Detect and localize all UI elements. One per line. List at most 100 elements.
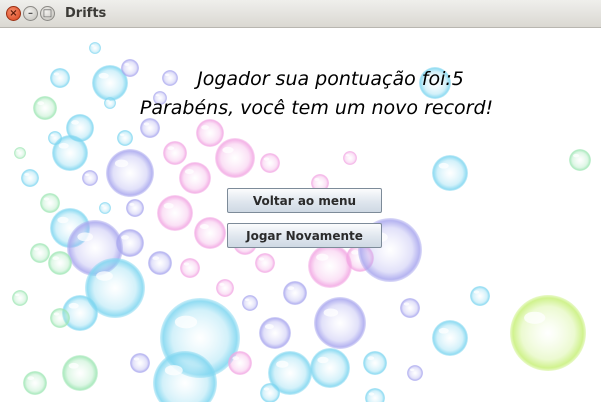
bubble xyxy=(23,371,47,395)
bubble-highlight xyxy=(244,298,250,302)
bubble-highlight xyxy=(119,133,125,137)
bubble xyxy=(179,162,211,194)
bubble xyxy=(228,351,252,375)
bubble xyxy=(30,243,50,263)
bubble-highlight xyxy=(232,356,240,361)
bubble-highlight xyxy=(24,172,30,176)
bubble xyxy=(510,295,586,371)
bubble-highlight xyxy=(524,311,546,324)
bubble-highlight xyxy=(77,232,94,242)
minimize-icon[interactable]: – xyxy=(23,6,38,21)
bubble xyxy=(82,170,98,186)
bubble xyxy=(407,365,423,381)
bubble-highlight xyxy=(167,146,175,151)
bubble xyxy=(432,320,468,356)
bubble xyxy=(48,251,72,275)
bubble xyxy=(116,229,144,257)
bubble xyxy=(310,348,350,388)
back-to-menu-button[interactable]: Voltar ao menu xyxy=(227,188,382,213)
bubble-highlight xyxy=(129,202,135,206)
bubble xyxy=(163,141,187,165)
bubble-highlight xyxy=(222,146,234,154)
bubble xyxy=(89,42,101,54)
bubble xyxy=(48,131,62,145)
bubble xyxy=(343,151,357,165)
bubble xyxy=(180,258,200,278)
score-message: Jogador sua pontuação foi:5 xyxy=(197,68,464,90)
bubble-highlight xyxy=(71,120,80,125)
play-again-button[interactable]: Jogar Novamente xyxy=(227,223,382,248)
bubble-highlight xyxy=(14,293,20,297)
bubble xyxy=(283,281,307,305)
bubble xyxy=(157,195,193,231)
bubble-highlight xyxy=(16,149,20,152)
bubble-highlight xyxy=(53,312,60,316)
bubble xyxy=(140,118,160,138)
bubble-highlight xyxy=(351,250,360,255)
bubble-highlight xyxy=(473,290,480,294)
bubble-highlight xyxy=(317,356,329,364)
bubble xyxy=(126,199,144,217)
bubble xyxy=(117,130,133,146)
close-icon[interactable]: × xyxy=(6,6,21,21)
bubble-highlight xyxy=(367,356,375,361)
bubble xyxy=(196,119,224,147)
bubble xyxy=(400,298,420,318)
bubble xyxy=(260,153,280,173)
bubble-highlight xyxy=(27,376,35,381)
bubble xyxy=(363,351,387,375)
bubble-highlight xyxy=(403,302,410,306)
bubble xyxy=(99,202,111,214)
bubble-highlight xyxy=(323,308,339,317)
bubble-highlight xyxy=(124,62,130,66)
bubble-highlight xyxy=(121,235,130,240)
bubble-highlight xyxy=(258,257,265,261)
app-window: × – □ Drifts Jogador sua pontuação foi:5… xyxy=(0,0,601,402)
maximize-icon[interactable]: □ xyxy=(40,6,55,21)
bubble xyxy=(242,295,258,311)
bubble-highlight xyxy=(43,197,50,201)
bubble xyxy=(130,353,150,373)
bubble-highlight xyxy=(183,262,190,266)
bubble xyxy=(308,244,352,288)
bubble-highlight xyxy=(58,142,69,149)
bubble-highlight xyxy=(316,253,329,261)
window-title: Drifts xyxy=(65,6,107,21)
bubble-highlight xyxy=(164,365,183,376)
bubble-highlight xyxy=(314,177,320,181)
bubble xyxy=(14,147,26,159)
bubble xyxy=(432,155,468,191)
bubble-highlight xyxy=(152,256,160,261)
bubble-highlight xyxy=(174,315,198,329)
bubble-highlight xyxy=(33,247,40,251)
bubble-highlight xyxy=(368,392,375,396)
bubble-highlight xyxy=(50,134,55,137)
title-bar: × – □ Drifts xyxy=(0,0,601,28)
bubble xyxy=(21,169,39,187)
bubble xyxy=(259,317,291,349)
bubble-highlight xyxy=(263,387,270,391)
bubble xyxy=(314,297,366,349)
bubble-highlight xyxy=(155,94,160,97)
bubble-highlight xyxy=(438,162,449,169)
bubble-highlight xyxy=(143,122,150,126)
bubble xyxy=(569,149,591,171)
bubble-highlight xyxy=(68,362,79,369)
bubble-highlight xyxy=(52,256,60,261)
bubble-highlight xyxy=(96,271,113,281)
bubble-highlight xyxy=(287,286,295,291)
bubble xyxy=(50,308,70,328)
game-over-panel: Jogador sua pontuação foi:5 Parabéns, vo… xyxy=(0,28,601,402)
bubble-highlight xyxy=(163,202,174,209)
bubble xyxy=(470,286,490,306)
bubble-highlight xyxy=(57,216,69,224)
bubble xyxy=(215,138,255,178)
bubble-highlight xyxy=(409,368,415,372)
bubble xyxy=(148,251,172,275)
bubble-highlight xyxy=(276,360,289,368)
bubble xyxy=(216,279,234,297)
bubble-highlight xyxy=(263,157,270,161)
bubble-highlight xyxy=(114,159,129,168)
bubble-highlight xyxy=(184,169,194,175)
bubble xyxy=(12,290,28,306)
